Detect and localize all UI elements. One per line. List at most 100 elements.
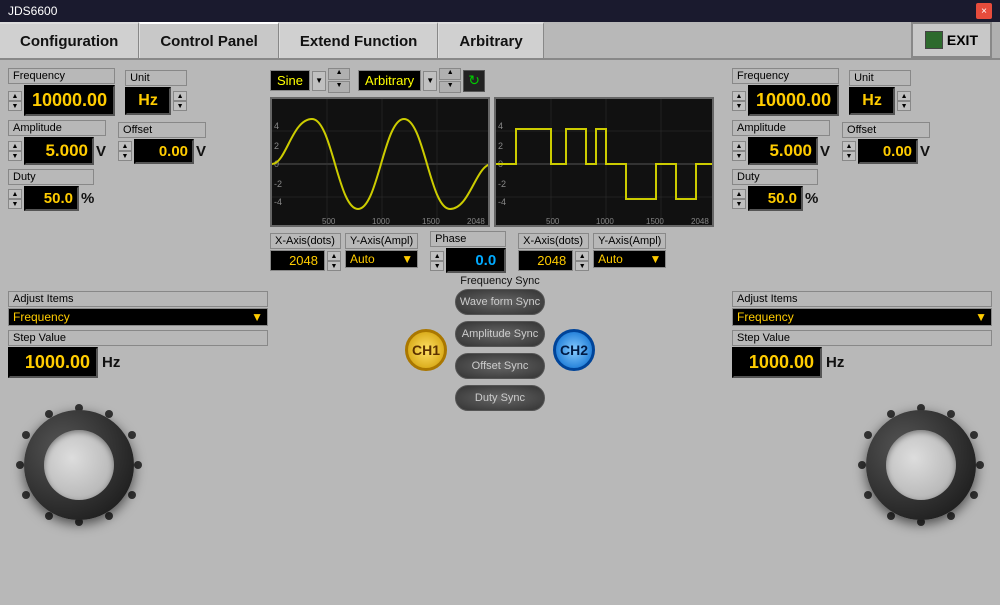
- right-freq-label: Frequency: [732, 68, 839, 84]
- yaxis1-label: Y-Axis(Ampl): [345, 233, 418, 249]
- yaxis2-select[interactable]: Auto ▼: [593, 250, 666, 268]
- right-duty-label: Duty: [732, 169, 818, 185]
- xaxis1-spinner[interactable]: ▲ ▼: [327, 251, 341, 271]
- offset-sync-btn[interactable]: Offset Sync: [455, 353, 545, 379]
- right-channel: Frequency ▲ ▼ 10000.00 Unit Hz ▲: [732, 68, 992, 378]
- svg-text:2: 2: [498, 141, 503, 151]
- svg-text:1500: 1500: [646, 217, 664, 226]
- right-step-label: Step Value: [732, 330, 992, 346]
- left-adjust-select[interactable]: Frequency ▼: [8, 308, 268, 326]
- right-adjust-field: Adjust Items Frequency ▼: [732, 291, 992, 326]
- sine-select[interactable]: Sine: [270, 70, 310, 91]
- right-duty-spinner[interactable]: ▲ ▼: [732, 189, 746, 209]
- left-duty-spinner[interactable]: ▲ ▼: [8, 189, 22, 209]
- sine-num-up[interactable]: ▲: [328, 68, 350, 80]
- left-step-field: Step Value 1000.00 Hz: [8, 330, 268, 378]
- right-freq-display: 10000.00: [748, 85, 839, 116]
- right-amp-display: 5.000: [748, 137, 818, 165]
- tab-extend-function[interactable]: Extend Function: [279, 22, 439, 58]
- left-freq-field: Frequency ▲ ▼ 10000.00: [8, 68, 115, 116]
- left-unit-display: Hz: [125, 87, 171, 115]
- arbitrary-graph: 4 2 0 -2 -4 500 1000 1500 2048: [494, 97, 714, 227]
- wave-sync-btn[interactable]: Wave form Sync: [455, 289, 545, 315]
- left-amp-row: Amplitude ▲ ▼ 5.000 V Offset ▲: [8, 120, 268, 165]
- right-amp-row: Amplitude ▲ ▼ 5.000 V Offset ▲: [732, 120, 992, 165]
- xaxis2-field: X-Axis(dots) 2048 ▲ ▼: [518, 233, 589, 271]
- left-unit-label: Unit: [125, 70, 187, 86]
- right-amp-field: Amplitude ▲ ▼ 5.000 V: [732, 120, 830, 165]
- phase-label: Phase: [430, 231, 506, 247]
- tab-configuration[interactable]: Configuration: [0, 22, 139, 58]
- svg-text:1500: 1500: [422, 217, 440, 226]
- sine-num-down[interactable]: ▼: [328, 81, 350, 93]
- arb-num-down[interactable]: ▼: [439, 81, 461, 93]
- arbitrary-dropdown[interactable]: ▼: [423, 71, 437, 91]
- right-offset-field: Offset ▲ ▼ 0.00 V: [842, 122, 930, 164]
- axis-row: X-Axis(dots) 2048 ▲ ▼ Y-Axis(Ampl) Au: [270, 231, 730, 273]
- left-amp-spinner[interactable]: ▲ ▼: [8, 141, 22, 161]
- arbitrary-select[interactable]: Arbitrary: [358, 70, 421, 91]
- left-amp-display: 5.000: [24, 137, 94, 165]
- right-knob-wrap: [856, 400, 986, 530]
- left-offset-spinner[interactable]: ▲ ▼: [118, 141, 132, 161]
- right-amp-label: Amplitude: [732, 120, 830, 136]
- amp-sync-btn[interactable]: Amplitude Sync: [455, 321, 545, 347]
- left-offset-unit: V: [196, 143, 206, 160]
- ch2-button[interactable]: CH2: [553, 329, 595, 371]
- svg-text:500: 500: [546, 217, 560, 226]
- svg-text:2048: 2048: [691, 217, 709, 226]
- arbitrary-label: Arbitrary: [365, 73, 414, 88]
- arb-num-up[interactable]: ▲: [439, 68, 461, 80]
- arbitrary-selector: Arbitrary ▼ ▲ ▼ ↻: [358, 68, 485, 93]
- refresh-btn[interactable]: ↻: [463, 70, 485, 92]
- right-unit-spinner[interactable]: ▲ ▼: [897, 91, 911, 111]
- duty-sync-btn[interactable]: Duty Sync: [455, 385, 545, 411]
- close-button[interactable]: ×: [976, 3, 992, 19]
- left-unit-spinner[interactable]: ▲ ▼: [173, 91, 187, 111]
- right-knob-inner: [886, 430, 956, 500]
- yaxis2-field: Y-Axis(Ampl) Auto ▼: [593, 233, 666, 271]
- right-adjust-select[interactable]: Frequency ▼: [732, 308, 992, 326]
- left-knob[interactable]: [14, 400, 144, 530]
- right-freq-spinner[interactable]: ▲ ▼: [732, 91, 746, 111]
- left-unit-field: Unit Hz ▲ ▼: [125, 70, 187, 115]
- right-unit-display: Hz: [849, 87, 895, 115]
- sine-dropdown[interactable]: ▼: [312, 71, 326, 91]
- left-offset-label: Offset: [118, 122, 206, 138]
- left-freq-spinner[interactable]: ▲ ▼: [8, 91, 22, 111]
- svg-text:1000: 1000: [372, 217, 390, 226]
- sine-label: Sine: [277, 73, 303, 88]
- xaxis2-spinner[interactable]: ▲ ▼: [575, 251, 589, 271]
- right-step-unit: Hz: [826, 354, 844, 371]
- right-adjust-label: Adjust Items: [732, 291, 992, 307]
- left-knob-inner: [44, 430, 114, 500]
- right-offset-spinner[interactable]: ▲ ▼: [842, 141, 856, 161]
- right-offset-label: Offset: [842, 122, 930, 138]
- app-title: JDS6600: [8, 4, 976, 18]
- yaxis1-field: Y-Axis(Ampl) Auto ▼: [345, 233, 418, 271]
- svg-text:4: 4: [274, 121, 279, 131]
- tab-arbitrary[interactable]: Arbitrary: [438, 22, 543, 58]
- tab-control-panel[interactable]: Control Panel: [139, 22, 279, 58]
- right-duty-row: Duty ▲ ▼ 50.0 %: [732, 169, 992, 211]
- exit-button[interactable]: EXIT: [911, 22, 992, 58]
- sync-area: CH1 Wave form Sync Amplitude Sync Offset…: [270, 289, 730, 411]
- sine-selector: Sine ▼ ▲ ▼: [270, 68, 350, 93]
- right-amp-spinner[interactable]: ▲ ▼: [732, 141, 746, 161]
- left-unit-down: ▼: [173, 101, 187, 111]
- right-knob-body[interactable]: [866, 410, 976, 520]
- svg-text:-2: -2: [274, 179, 282, 189]
- exit-label: EXIT: [947, 32, 978, 48]
- ch1-button[interactable]: CH1: [405, 329, 447, 371]
- xaxis2-label: X-Axis(dots): [518, 233, 589, 249]
- right-knob[interactable]: [856, 400, 986, 530]
- sine-graph-svg: 4 2 0 -2 -4 500 1000 1500 2048: [272, 99, 490, 227]
- right-bottom-controls: Adjust Items Frequency ▼ Step Value 1000…: [732, 291, 992, 378]
- left-axis-controls: X-Axis(dots) 2048 ▲ ▼ Y-Axis(Ampl) Au: [270, 233, 418, 271]
- xaxis2-display: 2048: [518, 250, 573, 271]
- phase-spinner[interactable]: ▲ ▼: [430, 251, 444, 271]
- arbitrary-graph-svg: 4 2 0 -2 -4 500 1000 1500 2048: [496, 99, 714, 227]
- xaxis1-field: X-Axis(dots) 2048 ▲ ▼: [270, 233, 341, 271]
- yaxis1-select[interactable]: Auto ▼: [345, 250, 418, 268]
- left-knob-body[interactable]: [24, 410, 134, 520]
